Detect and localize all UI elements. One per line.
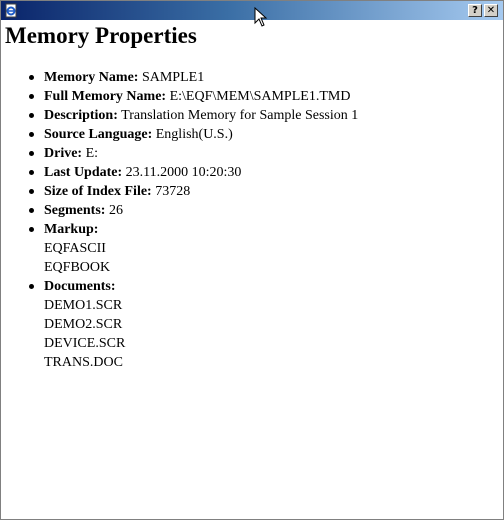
property-value: E: xyxy=(85,146,99,161)
document-entry: TRANS.DOC xyxy=(44,355,123,370)
property-label: Segments: xyxy=(44,203,106,218)
list-item: Last Update: 23.11.2000 10:20:30 xyxy=(28,163,358,182)
document-entry: DEVICE.SCR xyxy=(44,336,126,351)
property-value: 23.11.2000 10:20:30 xyxy=(125,165,242,180)
content-area: Memory Properties Memory Name: SAMPLE1 F… xyxy=(1,20,503,519)
property-label: Memory Name: xyxy=(44,70,139,85)
property-label: Drive: xyxy=(44,146,83,161)
markup-entry: EQFASCII xyxy=(44,241,106,256)
close-button[interactable]: ✕ xyxy=(484,4,498,17)
property-value: English(U.S.) xyxy=(155,127,233,142)
title-bar[interactable]: ? ✕ xyxy=(1,1,503,20)
ie-document-icon[interactable] xyxy=(4,3,19,18)
property-label: Last Update: xyxy=(44,165,123,180)
properties-window: ? ✕ Memory Properties Memory Name: SAMPL… xyxy=(0,0,504,520)
property-value: 26 xyxy=(108,203,123,218)
property-label: Description: xyxy=(44,108,118,123)
property-label: Markup: xyxy=(44,222,99,237)
page-title: Memory Properties xyxy=(5,23,197,48)
property-label: Size of Index File: xyxy=(44,184,152,199)
list-item: Segments: 26 xyxy=(28,201,358,220)
property-value: SAMPLE1 xyxy=(141,70,205,85)
property-list: Memory Name: SAMPLE1 Full Memory Name: E… xyxy=(1,68,358,372)
property-label: Full Memory Name: xyxy=(44,89,167,104)
list-item: Documents: DEMO1.SCR DEMO2.SCR DEVICE.SC… xyxy=(28,277,358,372)
property-value: 73728 xyxy=(155,184,191,199)
close-icon: ✕ xyxy=(486,5,496,16)
list-item: Memory Name: SAMPLE1 xyxy=(28,68,358,87)
list-item: Description: Translation Memory for Samp… xyxy=(28,106,359,125)
property-label: Source Language: xyxy=(44,127,153,142)
list-item: Drive: E: xyxy=(28,144,358,163)
property-value: Translation Memory for Sample Session 1 xyxy=(121,108,359,123)
property-value: E:\EQF\MEM\SAMPLE1.TMD xyxy=(169,89,351,104)
list-item: Source Language: English(U.S.) xyxy=(28,125,358,144)
property-label: Documents: xyxy=(44,279,116,294)
help-icon: ? xyxy=(472,5,478,16)
list-item: Full Memory Name: E:\EQF\MEM\SAMPLE1.TMD xyxy=(28,87,358,106)
list-item: Size of Index File: 73728 xyxy=(28,182,358,201)
help-button[interactable]: ? xyxy=(468,4,482,17)
markup-entry: EQFBOOK xyxy=(44,260,111,275)
document-entry: DEMO1.SCR xyxy=(44,298,123,313)
list-item: Markup: EQFASCII EQFBOOK xyxy=(28,220,358,277)
document-entry: DEMO2.SCR xyxy=(44,317,123,332)
